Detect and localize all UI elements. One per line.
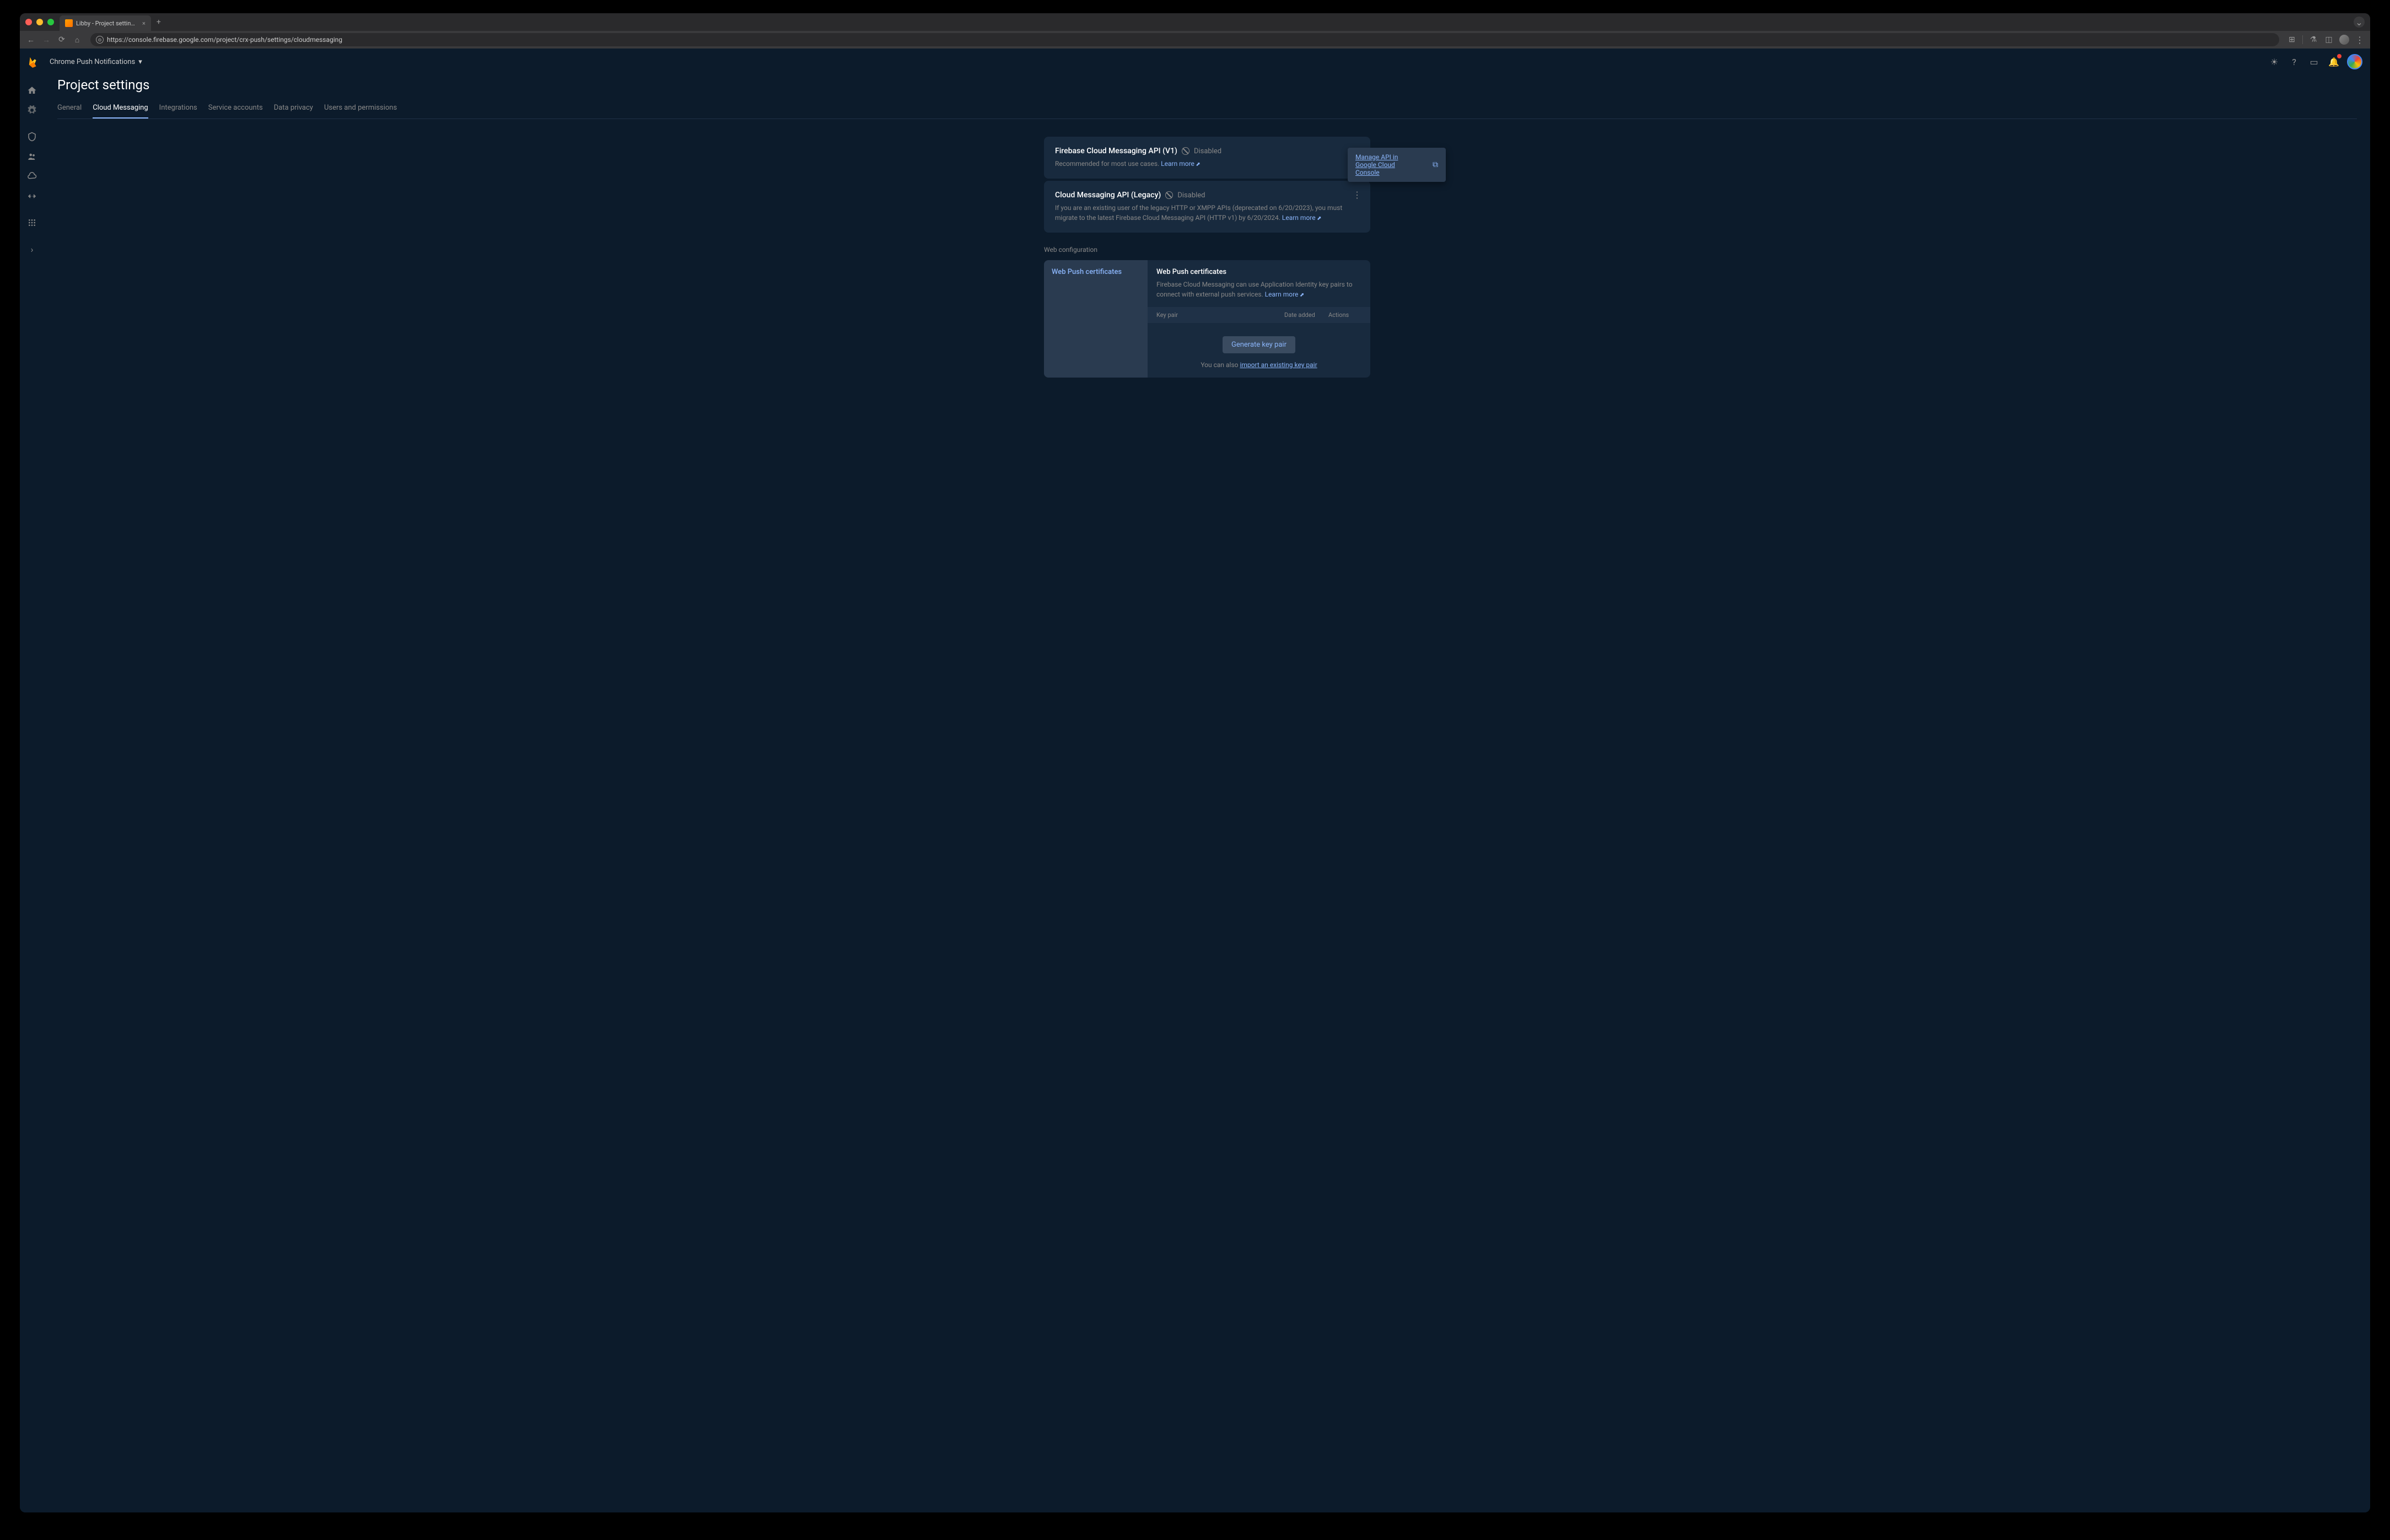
- toolbar-icons: ⊞ ⚗ ◫ ⋮: [2287, 35, 2365, 45]
- app-header: Chrome Push Notifications ▾ ☀ ? ▭ 🔔: [20, 49, 2370, 75]
- card-title-row: Cloud Messaging API (Legacy) Disabled: [1055, 191, 1359, 200]
- new-tab-button[interactable]: +: [157, 18, 161, 26]
- browser-window: Libby - Project settings - Fire × + ⌄ ← …: [20, 13, 2370, 1512]
- th-keypair: Key pair: [1156, 311, 1284, 319]
- manage-api-popup: Manage API in Google Cloud Console ⧉: [1348, 148, 1446, 182]
- card-desc: Recommended for most use cases. Learn mo…: [1055, 159, 1359, 169]
- split-header: Web Push certificates Firebase Cloud Mes…: [1148, 260, 1370, 307]
- divider: [2302, 35, 2303, 44]
- browser-toolbar: ← → ⟳ ⌂ ⊙ https://console.firebase.googl…: [20, 31, 2370, 49]
- learn-more-link[interactable]: Learn more: [1265, 290, 1305, 298]
- project-selector[interactable]: Chrome Push Notifications ▾: [50, 58, 142, 66]
- theme-toggle-icon[interactable]: ☀: [2268, 55, 2281, 68]
- import-text: You can also import an existing key pair: [1156, 361, 1361, 369]
- header-actions: ☀ ? ▭ 🔔: [2268, 54, 2362, 69]
- browser-menu-icon[interactable]: ⋮: [2355, 35, 2365, 45]
- account-avatar[interactable]: [2347, 54, 2362, 69]
- manage-api-link[interactable]: Manage API in Google Cloud Console: [1355, 153, 1419, 176]
- sidebar: ›: [20, 75, 44, 1512]
- gear-icon[interactable]: [23, 101, 41, 119]
- learn-more-link[interactable]: Learn more: [1161, 160, 1201, 168]
- tab-overflow-button[interactable]: ⌄: [2354, 17, 2365, 28]
- kebab-menu-icon[interactable]: ⋮: [1353, 190, 1361, 200]
- close-window-button[interactable]: [25, 19, 32, 25]
- profile-icon[interactable]: [2339, 35, 2349, 45]
- reload-button[interactable]: ⟳: [56, 34, 67, 45]
- web-config-card: Web Push certificates Web Push certifica…: [1044, 260, 1370, 378]
- disabled-icon: [1165, 191, 1173, 199]
- maximize-window-button[interactable]: [47, 19, 54, 25]
- minimize-window-button[interactable]: [36, 19, 43, 25]
- functions-icon[interactable]: [23, 187, 41, 205]
- card-title: Cloud Messaging API (Legacy): [1055, 191, 1161, 200]
- url-text: https://console.firebase.google.com/proj…: [107, 36, 342, 44]
- site-info-icon[interactable]: ⊙: [96, 36, 104, 44]
- cloud-icon[interactable]: [23, 168, 41, 185]
- help-icon[interactable]: ?: [2287, 55, 2301, 68]
- card-title-row: Firebase Cloud Messaging API (V1) Disabl…: [1055, 147, 1359, 155]
- tab-integrations[interactable]: Integrations: [159, 98, 197, 119]
- split-title: Web Push certificates: [1156, 268, 1361, 276]
- dropdown-icon: ▾: [138, 58, 142, 66]
- notifications-icon[interactable]: 🔔: [2327, 55, 2340, 68]
- apps-grid-icon[interactable]: [23, 214, 41, 231]
- table-header: Key pair Date added Actions: [1148, 307, 1370, 323]
- split-right: Web Push certificates Firebase Cloud Mes…: [1148, 260, 1370, 378]
- forward-button[interactable]: →: [41, 34, 52, 45]
- split-left: Web Push certificates: [1044, 260, 1148, 378]
- traffic-lights: [25, 19, 54, 25]
- page-title: Project settings: [57, 77, 2357, 93]
- tab-general[interactable]: General: [57, 98, 82, 119]
- labs-icon[interactable]: ⚗: [2308, 35, 2318, 45]
- firebase-logo[interactable]: [28, 56, 40, 68]
- app-content: Chrome Push Notifications ▾ ☀ ? ▭ 🔔: [20, 49, 2370, 1512]
- card-title: Firebase Cloud Messaging API (V1): [1055, 147, 1177, 155]
- close-tab-icon[interactable]: ×: [142, 20, 146, 27]
- learn-more-link[interactable]: Learn more: [1282, 214, 1322, 222]
- sidepanel-icon[interactable]: ◫: [2324, 35, 2334, 45]
- tabs-row: General Cloud Messaging Integrations Ser…: [57, 98, 2357, 119]
- th-date: Date added: [1284, 311, 1328, 319]
- home-button[interactable]: ⌂: [72, 34, 83, 45]
- title-bar: Libby - Project settings - Fire × + ⌄: [20, 13, 2370, 31]
- web-config-label: Web configuration: [1044, 246, 1370, 254]
- external-link-icon[interactable]: ⧉: [1433, 160, 1438, 169]
- back-button[interactable]: ←: [25, 34, 36, 45]
- project-name: Chrome Push Notifications: [50, 58, 135, 66]
- th-actions: Actions: [1328, 311, 1361, 319]
- table-body: Generate key pair You can also import an…: [1148, 323, 1370, 378]
- split-desc: Firebase Cloud Messaging can use Applica…: [1156, 279, 1361, 299]
- extensions-icon[interactable]: ⊞: [2287, 35, 2297, 45]
- disabled-icon: [1182, 147, 1189, 155]
- firebase-favicon: [65, 19, 73, 27]
- browser-tab[interactable]: Libby - Project settings - Fire ×: [60, 15, 151, 31]
- shield-icon[interactable]: [23, 128, 41, 146]
- tab-cloud-messaging[interactable]: Cloud Messaging: [93, 98, 148, 119]
- home-icon[interactable]: [23, 82, 41, 99]
- import-key-pair-link[interactable]: import an existing key pair: [1240, 361, 1317, 369]
- cards-container: Firebase Cloud Messaging API (V1) Disabl…: [1044, 137, 1370, 233]
- tab-service-accounts[interactable]: Service accounts: [208, 98, 263, 119]
- card-desc: If you are an existing user of the legac…: [1055, 203, 1359, 223]
- status-text: Disabled: [1177, 191, 1205, 200]
- fcm-v1-card: Firebase Cloud Messaging API (V1) Disabl…: [1044, 137, 1370, 179]
- web-push-tab[interactable]: Web Push certificates: [1052, 268, 1140, 276]
- fcm-legacy-card: ⋮ Cloud Messaging API (Legacy) Disabled …: [1044, 181, 1370, 233]
- users-icon[interactable]: [23, 148, 41, 165]
- tab-users-permissions[interactable]: Users and permissions: [324, 98, 397, 119]
- address-bar[interactable]: ⊙ https://console.firebase.google.com/pr…: [90, 33, 2279, 46]
- feedback-icon[interactable]: ▭: [2307, 55, 2321, 68]
- tab-data-privacy[interactable]: Data privacy: [274, 98, 313, 119]
- tab-title: Libby - Project settings - Fire: [76, 20, 137, 27]
- status-text: Disabled: [1194, 147, 1221, 155]
- main-area: › Project settings General Cloud Messagi…: [20, 75, 2370, 1512]
- generate-key-pair-button[interactable]: Generate key pair: [1223, 336, 1295, 353]
- content: Project settings General Cloud Messaging…: [44, 75, 2370, 1512]
- expand-sidebar-icon[interactable]: ›: [23, 240, 41, 258]
